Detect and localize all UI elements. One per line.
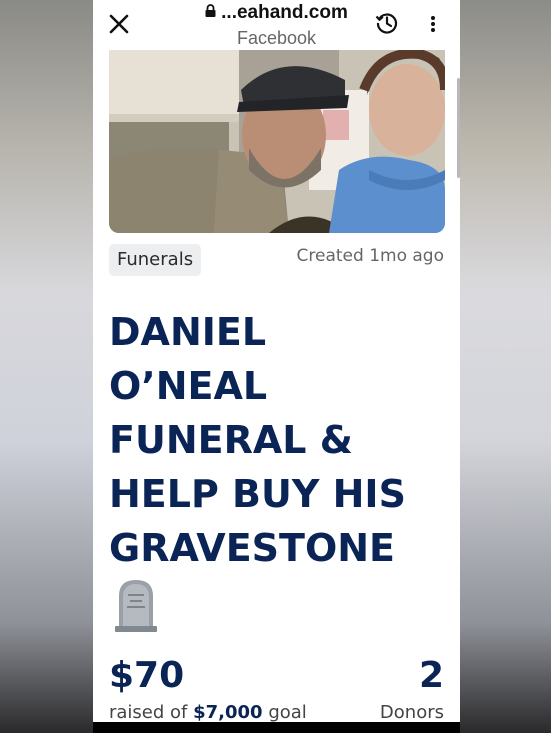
goal-amount: $7,000 bbox=[193, 702, 263, 723]
donor-count: 2 bbox=[418, 655, 444, 696]
close-icon[interactable] bbox=[107, 12, 131, 36]
photo-illustration bbox=[109, 50, 445, 233]
category-tag[interactable]: Funerals bbox=[109, 244, 202, 276]
raised-amount: $70 bbox=[109, 655, 185, 696]
title-line: DANIEL bbox=[109, 310, 267, 354]
created-time: Created 1mo ago bbox=[296, 246, 444, 266]
url-line: ...eahand.com bbox=[163, 2, 390, 24]
lock-icon bbox=[205, 4, 216, 17]
headstone-emoji bbox=[115, 580, 157, 632]
source-label: Facebook bbox=[236, 28, 317, 48]
url-text: ...eahand.com bbox=[221, 2, 348, 23]
campaign-title: DANIEL O’NEAL FUNERAL & HELP BUY HIS GRA… bbox=[109, 305, 449, 575]
raised-prefix: raised of bbox=[109, 702, 188, 723]
title-line: FUNERAL & bbox=[109, 418, 353, 462]
scrollbar[interactable] bbox=[457, 78, 460, 178]
background-right bbox=[460, 0, 551, 733]
goal-text: raised of $7,000 goal bbox=[109, 702, 307, 723]
browser-toolbar: ...eahand.com Facebook bbox=[93, 0, 460, 50]
phone-screen: ...eahand.com Facebook Funerals Created … bbox=[93, 0, 460, 733]
address-bar[interactable]: ...eahand.com Facebook bbox=[163, 0, 390, 49]
more-vert-icon[interactable] bbox=[426, 12, 440, 36]
campaign-photo[interactable] bbox=[109, 50, 445, 233]
goal-suffix: goal bbox=[268, 702, 307, 723]
title-line: GRAVESTONE bbox=[109, 526, 396, 570]
title-line: O’NEAL bbox=[109, 364, 268, 408]
title-line: HELP BUY HIS bbox=[109, 472, 406, 516]
history-icon[interactable] bbox=[374, 10, 400, 36]
bottom-edge bbox=[93, 722, 460, 733]
background-left bbox=[0, 0, 93, 733]
donor-label: Donors bbox=[379, 702, 444, 723]
